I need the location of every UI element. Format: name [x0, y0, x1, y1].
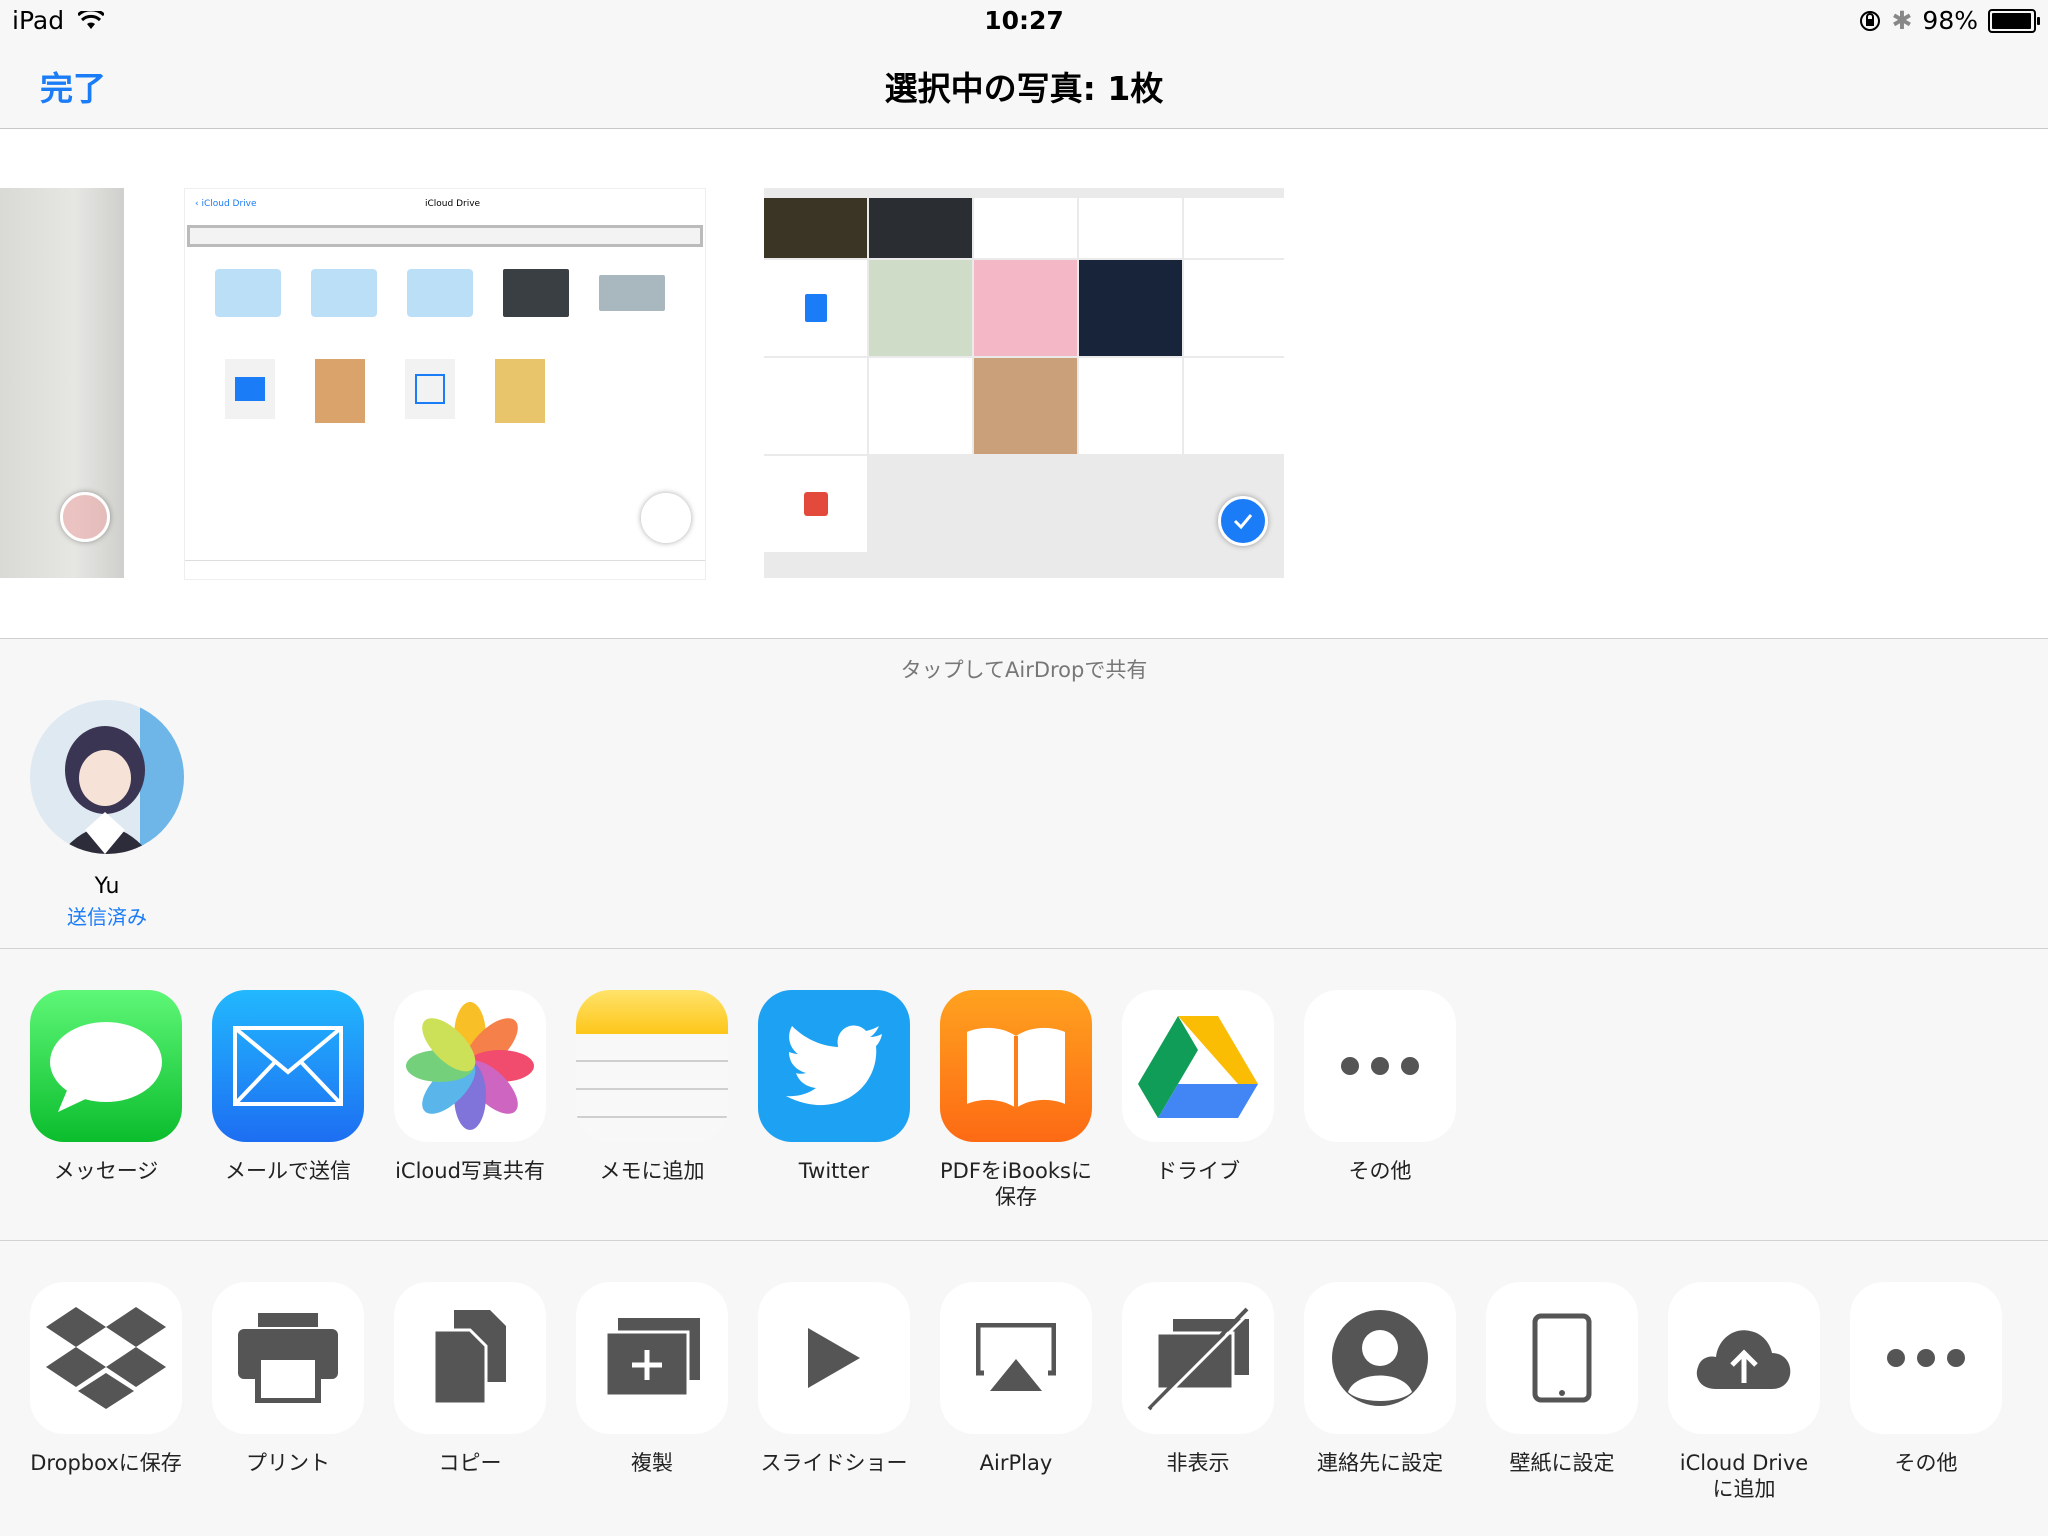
action-label: プリント [246, 1451, 330, 1475]
contact-icon [1304, 1282, 1456, 1434]
share-label: Twitter [798, 1159, 870, 1183]
share-icloud-photos[interactable]: iCloud写真共有 [390, 990, 550, 1184]
action-label: スライドショー [760, 1451, 908, 1475]
ibooks-icon [940, 990, 1092, 1142]
status-time: 10:27 [984, 6, 1064, 35]
action-label: Dropboxに保存 [30, 1451, 182, 1475]
duplicate-icon [576, 1282, 728, 1434]
selection-circle[interactable] [60, 492, 110, 542]
divider [0, 948, 2048, 949]
bluetooth-icon: ✱ [1891, 6, 1913, 35]
share-label: メッセージ [53, 1159, 159, 1183]
print-icon [212, 1282, 364, 1434]
action-label: コピー [438, 1451, 502, 1475]
photo-strip[interactable]: ‹ iCloud Drive iCloud Drive [0, 129, 2048, 639]
action-airplay[interactable]: AirPlay [936, 1282, 1096, 1476]
action-label: 壁紙に設定 [1509, 1451, 1615, 1475]
navigation-bar: 完了 選択中の写真: 1枚 [0, 40, 2048, 129]
airdrop-contact[interactable]: Yu 送信済み [28, 700, 186, 930]
share-mail[interactable]: メールで送信 [208, 990, 368, 1184]
photo-thumbnail-1[interactable] [0, 188, 124, 578]
action-dropbox[interactable]: Dropboxに保存 [26, 1282, 186, 1476]
photo-thumbnail-2[interactable]: ‹ iCloud Drive iCloud Drive [184, 188, 706, 580]
drive-icon [1122, 990, 1274, 1142]
action-label: iCloud Drive に追加 [1679, 1451, 1809, 1501]
action-more[interactable]: その他 [1846, 1282, 2006, 1476]
action-slideshow[interactable]: スライドショー [754, 1282, 914, 1476]
twitter-icon [758, 990, 910, 1142]
page-title: 選択中の写真: 1枚 [884, 69, 1164, 108]
share-label: iCloud写真共有 [395, 1159, 545, 1183]
selected-checkmark-icon[interactable] [1218, 496, 1268, 546]
slideshow-icon [758, 1282, 910, 1434]
copy-icon [394, 1282, 546, 1434]
thumb-back-label: iCloud Drive [201, 199, 257, 209]
action-copy[interactable]: コピー [390, 1282, 550, 1476]
more-icon [1850, 1282, 2002, 1434]
share-label: その他 [1348, 1159, 1412, 1183]
contact-name: Yu [94, 874, 120, 899]
icloud-upload-icon [1668, 1282, 1820, 1434]
action-icloud-drive[interactable]: iCloud Drive に追加 [1664, 1282, 1824, 1502]
share-notes[interactable]: メモに追加 [572, 990, 732, 1184]
action-hide[interactable]: 非表示 [1118, 1282, 1278, 1476]
wallpaper-icon [1486, 1282, 1638, 1434]
selection-circle[interactable] [641, 493, 691, 543]
messages-icon [30, 990, 182, 1142]
action-label: その他 [1894, 1451, 1958, 1475]
more-icon [1304, 990, 1456, 1142]
photos-icon [394, 990, 546, 1142]
share-messages[interactable]: メッセージ [26, 990, 186, 1184]
airplay-icon [940, 1282, 1092, 1434]
action-label: AirPlay [979, 1451, 1053, 1475]
share-label: メモに追加 [599, 1159, 705, 1183]
contact-status: 送信済み [67, 905, 147, 929]
share-more[interactable]: その他 [1300, 990, 1460, 1184]
action-set-wallpaper[interactable]: 壁紙に設定 [1482, 1282, 1642, 1476]
rotation-lock-icon [1860, 10, 1881, 31]
share-twitter[interactable]: Twitter [754, 990, 914, 1184]
divider [0, 1240, 2048, 1241]
status-bar: iPad 10:27 ✱ 98% [0, 0, 2048, 40]
share-label: メールで送信 [225, 1159, 351, 1183]
hide-icon [1122, 1282, 1274, 1434]
share-label: ドライブ [1156, 1159, 1240, 1183]
action-set-contact[interactable]: 連絡先に設定 [1300, 1282, 1460, 1476]
action-duplicate[interactable]: 複製 [572, 1282, 732, 1476]
action-print[interactable]: プリント [208, 1282, 368, 1476]
dropbox-icon [30, 1282, 182, 1434]
battery-icon [1988, 8, 2040, 33]
action-label: 非表示 [1166, 1451, 1230, 1475]
thumb-title: iCloud Drive [425, 199, 481, 209]
share-ibooks[interactable]: PDFをiBooksに 保存 [936, 990, 1096, 1210]
photo-thumbnail-3[interactable] [764, 188, 1284, 578]
notes-icon [576, 990, 728, 1142]
airdrop-label: タップしてAirDropで共有 [900, 658, 1148, 682]
avatar [30, 700, 184, 854]
share-label: PDFをiBooksに 保存 [940, 1159, 1092, 1209]
action-label: 連絡先に設定 [1317, 1451, 1443, 1475]
action-label: 複製 [631, 1451, 673, 1475]
battery-percent: 98% [1922, 6, 1978, 35]
share-drive[interactable]: ドライブ [1118, 990, 1278, 1184]
mail-icon [212, 990, 364, 1142]
